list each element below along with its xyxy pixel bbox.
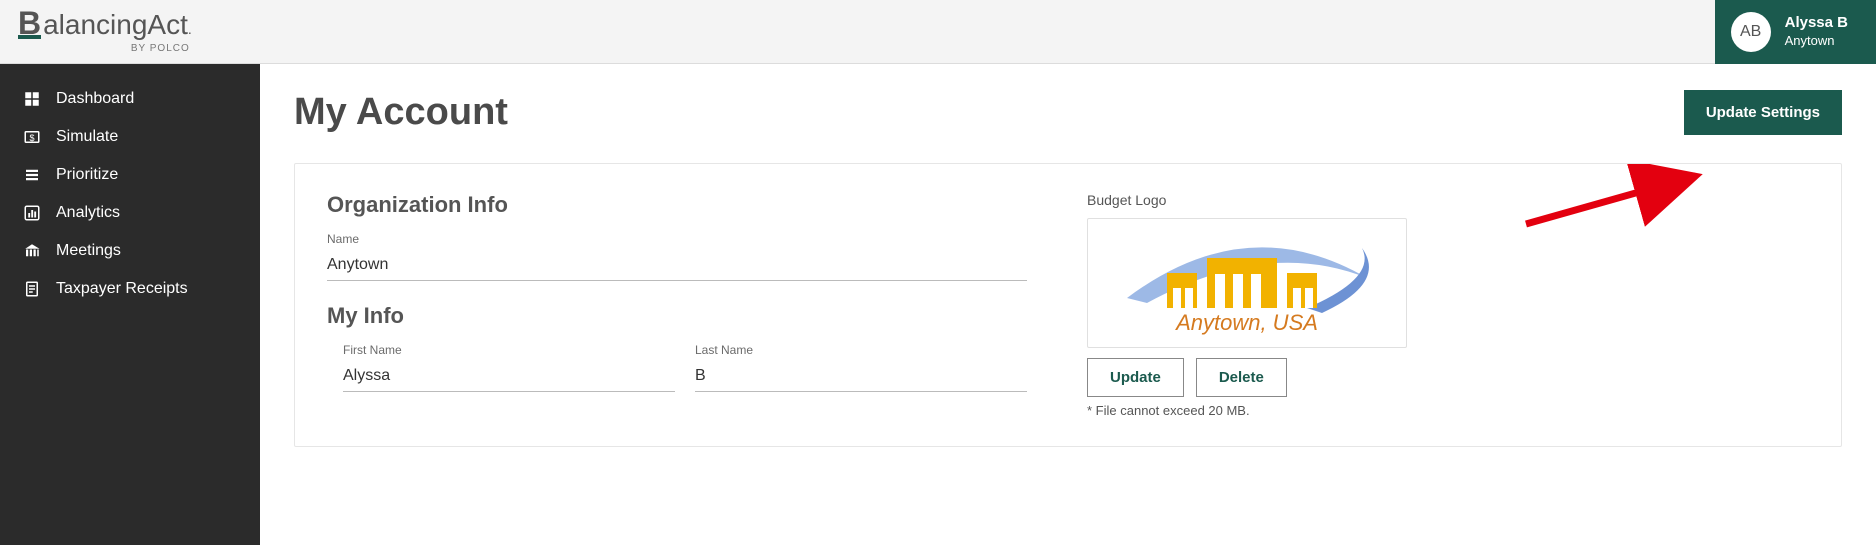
- prioritize-icon: [22, 165, 42, 185]
- account-card: Organization Info Name My Info First Nam…: [294, 163, 1842, 447]
- brand-logo: B alancingAct. BY POLCO: [0, 9, 192, 54]
- last-name-input[interactable]: [695, 363, 1027, 392]
- org-name-field: Name: [327, 232, 1027, 281]
- analytics-icon: [22, 203, 42, 223]
- my-info-heading: My Info: [327, 303, 1027, 329]
- sidebar-item-simulate[interactable]: $ Simulate: [0, 118, 260, 156]
- sidebar-item-meetings[interactable]: Meetings: [0, 232, 260, 270]
- user-menu[interactable]: AB Alyssa B Anytown: [1715, 0, 1876, 64]
- logo-heading: Budget Logo: [1087, 192, 1487, 208]
- main-content: My Account Update Settings Organization …: [260, 64, 1876, 545]
- first-name-label: First Name: [343, 343, 675, 357]
- sidebar-item-label: Meetings: [56, 242, 121, 260]
- last-name-field: Last Name: [695, 343, 1027, 392]
- sidebar: Dashboard $ Simulate Prioritize Analytic…: [0, 64, 260, 545]
- avatar: AB: [1731, 12, 1771, 52]
- app-header: B alancingAct. BY POLCO AB Alyssa B Anyt…: [0, 0, 1876, 64]
- meetings-icon: [22, 241, 42, 261]
- user-name: Alyssa B: [1785, 14, 1848, 33]
- org-name-input[interactable]: [327, 252, 1027, 281]
- logo-caption: Anytown, USA: [1174, 310, 1318, 335]
- budget-logo-image: Anytown, USA: [1087, 218, 1407, 348]
- user-org: Anytown: [1785, 33, 1848, 49]
- user-text: Alyssa B Anytown: [1785, 14, 1848, 49]
- logo-update-button[interactable]: Update: [1087, 358, 1184, 397]
- org-info-heading: Organization Info: [327, 192, 1027, 218]
- sidebar-item-label: Prioritize: [56, 166, 118, 184]
- last-name-label: Last Name: [695, 343, 1027, 357]
- simulate-icon: $: [22, 127, 42, 147]
- brand-b-icon: B: [18, 11, 41, 39]
- svg-text:$: $: [29, 133, 34, 143]
- receipts-icon: [22, 279, 42, 299]
- sidebar-item-label: Dashboard: [56, 90, 134, 108]
- update-settings-button[interactable]: Update Settings: [1684, 90, 1842, 135]
- brand-name: alancingAct: [43, 9, 188, 41]
- sidebar-item-prioritize[interactable]: Prioritize: [0, 156, 260, 194]
- page-title: My Account: [294, 91, 508, 134]
- sidebar-item-label: Analytics: [56, 204, 120, 222]
- sidebar-item-label: Taxpayer Receipts: [56, 280, 188, 298]
- first-name-field: First Name: [343, 343, 675, 392]
- first-name-input[interactable]: [343, 363, 675, 392]
- logo-delete-button[interactable]: Delete: [1196, 358, 1287, 397]
- org-name-label: Name: [327, 232, 1027, 246]
- sidebar-item-dashboard[interactable]: Dashboard: [0, 80, 260, 118]
- sidebar-item-label: Simulate: [56, 128, 118, 146]
- brand-byline: BY POLCO: [131, 43, 190, 54]
- sidebar-item-receipts[interactable]: Taxpayer Receipts: [0, 270, 260, 308]
- dashboard-icon: [22, 89, 42, 109]
- sidebar-item-analytics[interactable]: Analytics: [0, 194, 260, 232]
- logo-hint: * File cannot exceed 20 MB.: [1087, 403, 1487, 418]
